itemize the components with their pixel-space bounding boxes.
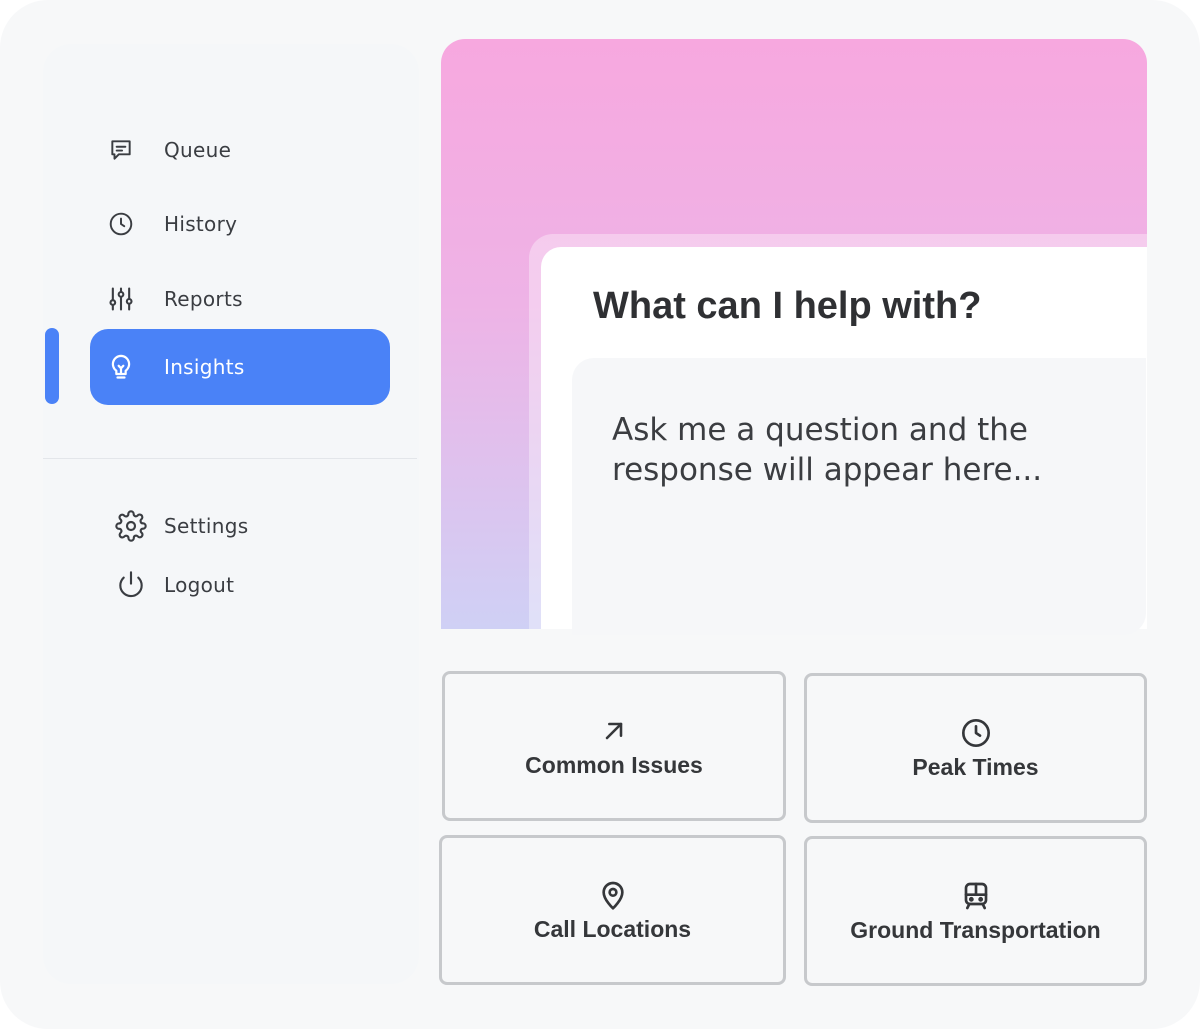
tile-label: Ground Transportation: [850, 916, 1101, 943]
arrow-up-right-icon: [597, 714, 631, 748]
response-placeholder: Ask me a question and the response will …: [612, 412, 1043, 488]
clock-icon: [106, 209, 136, 239]
message-square-icon: [106, 135, 136, 165]
tile-label: Common Issues: [525, 751, 703, 778]
sidebar-item-label: Reports: [164, 287, 243, 311]
sliders-icon: [106, 284, 136, 314]
sidebar-item-label: Queue: [164, 138, 232, 162]
sidebar-item-label: History: [164, 212, 238, 236]
tile-ground-transportation[interactable]: Ground Transportation: [804, 836, 1147, 986]
train-icon: [959, 879, 993, 913]
active-indicator: [45, 328, 59, 404]
sidebar-item-queue[interactable]: Queue: [90, 112, 390, 188]
sidebar-item-reports[interactable]: Reports: [90, 261, 390, 337]
sidebar-item-label: Settings: [164, 514, 249, 538]
response-area[interactable]: Ask me a question and the response will …: [572, 358, 1146, 635]
sidebar-item-settings[interactable]: Settings: [113, 506, 248, 546]
sidebar-divider: [43, 458, 417, 459]
sidebar-item-logout[interactable]: Logout: [113, 565, 234, 605]
sidebar-item-history[interactable]: History: [90, 186, 390, 262]
tile-common-issues[interactable]: Common Issues: [442, 671, 786, 821]
power-icon: [113, 567, 149, 603]
tile-label: Peak Times: [912, 753, 1039, 780]
lightbulb-icon: [106, 352, 136, 382]
page-title: What can I help with?: [593, 285, 982, 327]
app-frame: Queue History Reports Insights Settings …: [0, 0, 1200, 1029]
sidebar-item-label: Logout: [164, 573, 235, 597]
tile-label: Call Locations: [533, 915, 692, 942]
map-pin-icon: [596, 878, 630, 912]
tile-peak-times[interactable]: Peak Times: [804, 673, 1147, 823]
sidebar-item-label: Insights: [164, 355, 245, 379]
sidebar-item-insights[interactable]: Insights: [90, 329, 390, 405]
sidebar: Queue History Reports Insights Settings …: [43, 44, 419, 984]
gear-icon: [113, 508, 149, 544]
clock-icon: [959, 716, 993, 750]
tile-call-locations[interactable]: Call Locations: [439, 835, 786, 985]
